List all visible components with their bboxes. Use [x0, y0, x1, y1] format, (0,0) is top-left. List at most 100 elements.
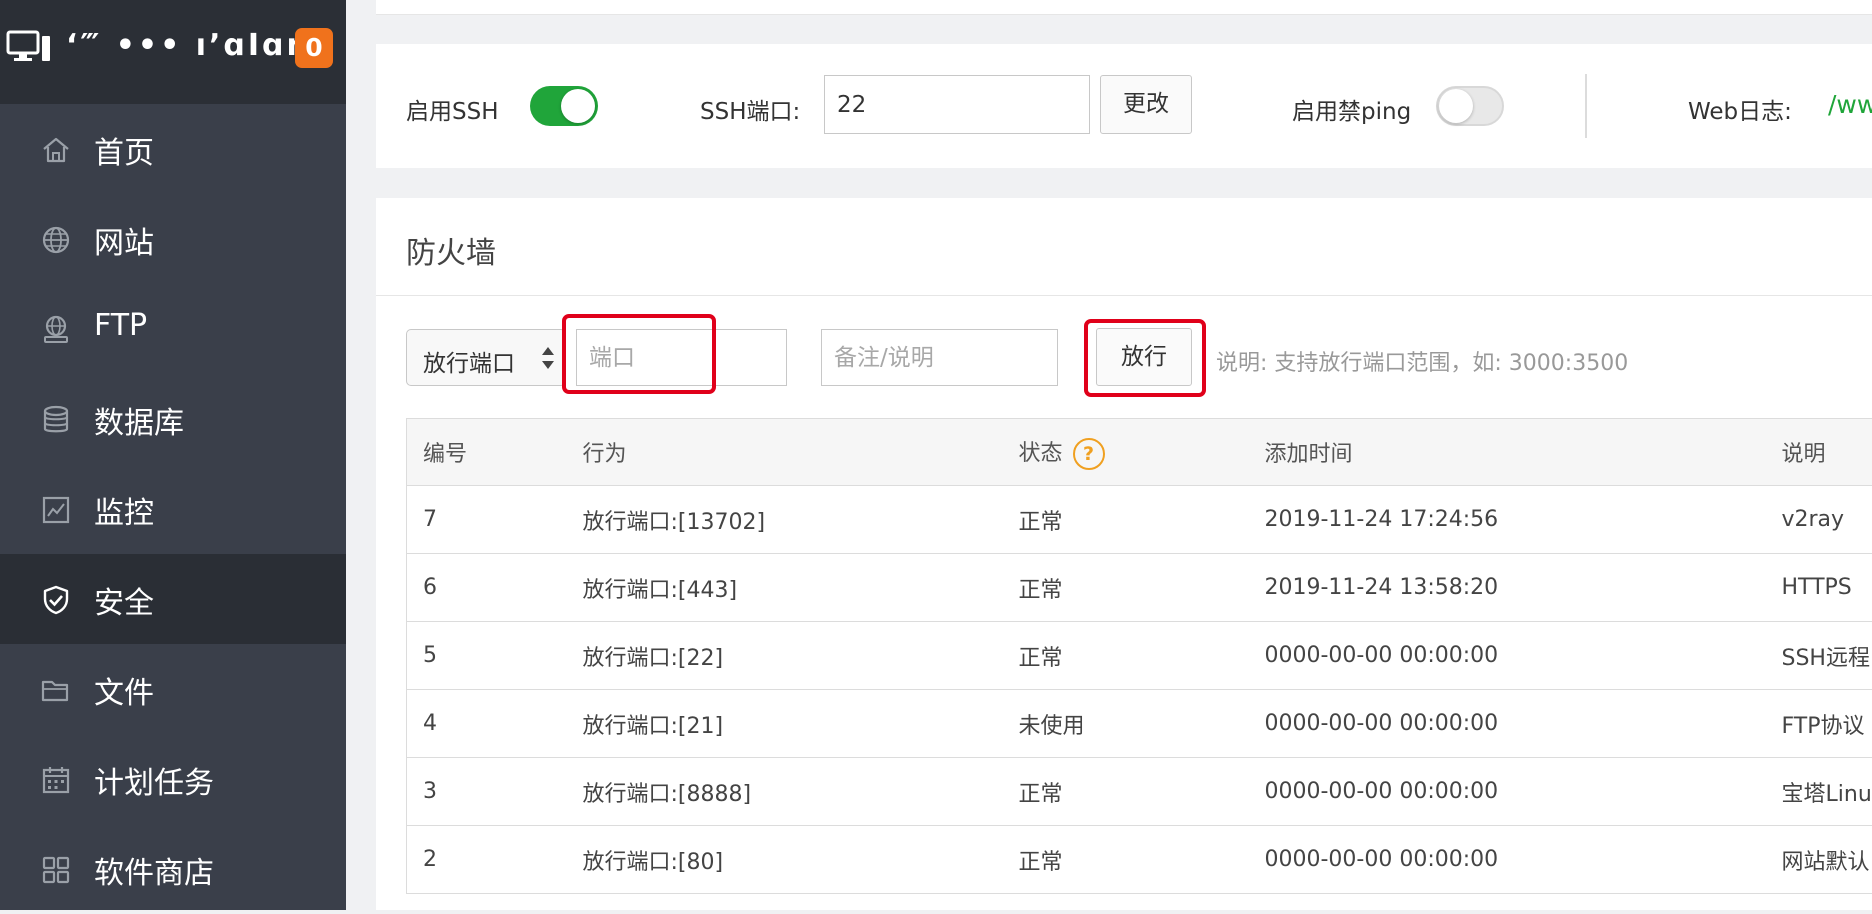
sidebar-item-label: 安全: [94, 578, 154, 622]
database-icon: [40, 404, 72, 436]
table-row: 6 放行端口:[443] 正常 2019-11-24 13:58:20 HTTP…: [407, 554, 1872, 622]
top-card: [376, 0, 1872, 15]
cell-note: HTTPS: [1766, 554, 1872, 622]
server-name: ‘‴ ••• ı’ɑΙɑn: [66, 28, 311, 63]
cell-status: 未使用: [1003, 690, 1249, 758]
ftp-icon: [40, 314, 72, 346]
cell-note: v2ray: [1766, 486, 1872, 554]
sidebar-item-label: 数据库: [94, 398, 184, 442]
cell-note: 宝塔Linux: [1766, 758, 1872, 826]
cell-status: 正常: [1003, 758, 1249, 826]
folder-icon: [40, 674, 72, 706]
col-header-note: 说明: [1766, 419, 1872, 486]
table-row: 3 放行端口:[8888] 正常 0000-00-00 00:00:00 宝塔L…: [407, 758, 1872, 826]
cell-time: 0000-00-00 00:00:00: [1249, 690, 1766, 758]
col-header-id: 编号: [407, 419, 567, 486]
col-header-time: 添加时间: [1249, 419, 1766, 486]
help-icon[interactable]: ?: [1073, 438, 1105, 470]
sidebar-item-security[interactable]: 安全: [0, 554, 346, 644]
cell-action: 放行端口:[22]: [567, 622, 1003, 690]
toggle-knob: [561, 89, 595, 123]
port-range-hint: 说明: 支持放行端口范围，如: 3000:3500: [1216, 345, 1628, 377]
highlight-box: [1084, 319, 1206, 397]
weblog-path-link[interactable]: /ww: [1828, 90, 1872, 119]
sidebar-brand: ‘‴ ••• ı’ɑΙɑn 0: [0, 0, 346, 104]
sidebar-item-website[interactable]: 网站: [0, 194, 346, 284]
sidebar-item-label: 网站: [94, 218, 154, 262]
divider: [376, 295, 1872, 296]
note-input[interactable]: [821, 329, 1058, 386]
table-row: 4 放行端口:[21] 未使用 0000-00-00 00:00:00 FTP协…: [407, 690, 1872, 758]
cell-id: 4: [407, 690, 567, 758]
sidebar-item-label: 监控: [94, 488, 154, 532]
sidebar-item-label: 软件商店: [94, 848, 214, 892]
divider: [1585, 74, 1587, 138]
table-row: 5 放行端口:[22] 正常 0000-00-00 00:00:00 SSH远程: [407, 622, 1872, 690]
cell-id: 6: [407, 554, 567, 622]
cell-action: 放行端口:[13702]: [567, 486, 1003, 554]
ssh-port-label: SSH端口:: [700, 92, 800, 126]
cell-time: 0000-00-00 00:00:00: [1249, 758, 1766, 826]
cell-id: 5: [407, 622, 567, 690]
cell-status: 正常: [1003, 826, 1249, 894]
cell-id: 2: [407, 826, 567, 894]
action-select-value: 放行端口: [423, 344, 515, 378]
highlight-box: [562, 314, 716, 394]
ssh-settings-card: 启用SSH SSH端口: 更改 启用禁ping Web日志: /ww: [376, 44, 1872, 168]
app-grid-icon: [40, 854, 72, 886]
sidebar: ‘‴ ••• ı’ɑΙɑn 0 首页 网站 FTP 数据库 监控: [0, 0, 346, 910]
ssh-toggle[interactable]: [530, 86, 598, 126]
col-header-action: 行为: [567, 419, 1003, 486]
toggle-knob: [1439, 89, 1473, 123]
cell-time: 2019-11-24 13:58:20: [1249, 554, 1766, 622]
action-select[interactable]: 放行端口: [406, 329, 566, 386]
cell-status: 正常: [1003, 486, 1249, 554]
home-icon: [40, 134, 72, 166]
cell-status: 正常: [1003, 622, 1249, 690]
change-port-button[interactable]: 更改: [1100, 75, 1192, 134]
sidebar-item-monitor[interactable]: 监控: [0, 464, 346, 554]
col-header-status: 状态?: [1003, 419, 1249, 486]
cell-action: 放行端口:[80]: [567, 826, 1003, 894]
cell-action: 放行端口:[21]: [567, 690, 1003, 758]
ping-disable-label: 启用禁ping: [1292, 92, 1411, 126]
table-row: 7 放行端口:[13702] 正常 2019-11-24 17:24:56 v2…: [407, 486, 1872, 554]
notification-badge[interactable]: 0: [295, 28, 333, 68]
globe-icon: [40, 224, 72, 256]
ping-toggle[interactable]: [1436, 86, 1504, 126]
sidebar-item-files[interactable]: 文件: [0, 644, 346, 734]
table-row: 2 放行端口:[80] 正常 0000-00-00 00:00:00 网站默认: [407, 826, 1872, 894]
weblog-label: Web日志:: [1688, 92, 1792, 126]
cell-action: 放行端口:[8888]: [567, 758, 1003, 826]
sidebar-item-label: 计划任务: [94, 758, 214, 802]
firewall-title: 防火墙: [406, 228, 496, 272]
sidebar-item-app-store[interactable]: 软件商店: [0, 824, 346, 914]
sidebar-item-label: 文件: [94, 668, 154, 712]
ssh-enable-label: 启用SSH: [406, 92, 499, 126]
cell-time: 0000-00-00 00:00:00: [1249, 826, 1766, 894]
sidebar-item-label: 首页: [94, 128, 154, 172]
shield-check-icon: [40, 584, 72, 616]
cell-note: FTP协议: [1766, 690, 1872, 758]
ssh-port-input[interactable]: [824, 75, 1090, 134]
col-header-status-label: 状态: [1019, 441, 1063, 466]
sidebar-item-ftp[interactable]: FTP: [0, 284, 346, 374]
cell-note: 网站默认: [1766, 826, 1872, 894]
table-header-row: 编号 行为 状态? 添加时间 说明: [407, 419, 1872, 486]
sidebar-item-home[interactable]: 首页: [0, 104, 346, 194]
cell-time: 2019-11-24 17:24:56: [1249, 486, 1766, 554]
cell-id: 7: [407, 486, 567, 554]
cell-status: 正常: [1003, 554, 1249, 622]
monitor-chart-icon: [40, 494, 72, 526]
cell-id: 3: [407, 758, 567, 826]
cell-time: 0000-00-00 00:00:00: [1249, 622, 1766, 690]
sidebar-item-label: FTP: [94, 308, 147, 343]
sidebar-item-database[interactable]: 数据库: [0, 374, 346, 464]
select-arrows-icon: [541, 345, 555, 371]
firewall-card: 防火墙 放行端口 放行 说明: 支持放行端口范围，如: 3000:3500 编号…: [376, 198, 1872, 910]
calendar-icon: [40, 764, 72, 796]
computer-icon: [6, 30, 52, 66]
sidebar-item-cron[interactable]: 计划任务: [0, 734, 346, 824]
cell-action: 放行端口:[443]: [567, 554, 1003, 622]
cell-note: SSH远程: [1766, 622, 1872, 690]
